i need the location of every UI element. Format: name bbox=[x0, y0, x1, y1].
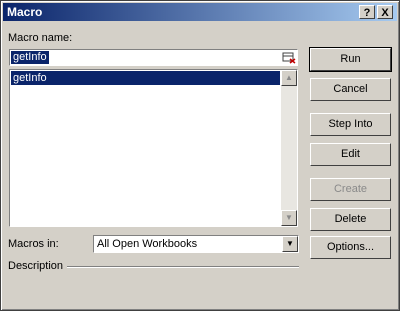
scroll-down-arrow-icon[interactable]: ▼ bbox=[281, 210, 297, 226]
window-title: Macro bbox=[7, 5, 43, 19]
create-button: Create bbox=[310, 178, 391, 201]
help-icon[interactable]: ? bbox=[359, 5, 375, 19]
edit-button[interactable]: Edit bbox=[310, 143, 391, 166]
list-item[interactable]: getInfo bbox=[11, 71, 280, 85]
title-bar[interactable]: Macro ? X bbox=[3, 3, 397, 21]
macros-in-value: All Open Workbooks bbox=[97, 238, 198, 250]
macro-dialog: Macro ? X Macro name: getInfo getInfo ▲ … bbox=[0, 0, 400, 311]
step-into-button[interactable]: Step Into bbox=[310, 113, 391, 136]
close-icon[interactable]: X bbox=[377, 5, 393, 19]
description-label: Description bbox=[8, 260, 64, 272]
refedit-icon[interactable] bbox=[282, 51, 296, 64]
scroll-up-arrow-icon[interactable]: ▲ bbox=[281, 70, 297, 86]
macro-list[interactable]: getInfo ▲ ▼ bbox=[9, 69, 298, 227]
cancel-button[interactable]: Cancel bbox=[310, 78, 391, 101]
macro-name-label: Macro name: bbox=[8, 32, 73, 44]
macro-name-input[interactable]: getInfo bbox=[9, 49, 298, 66]
vertical-scrollbar[interactable]: ▲ ▼ bbox=[281, 70, 297, 226]
run-button[interactable]: Run bbox=[309, 47, 392, 72]
description-divider bbox=[67, 266, 299, 268]
macros-in-label: Macros in: bbox=[8, 238, 59, 250]
macros-in-select[interactable]: All Open Workbooks ▼ bbox=[93, 235, 299, 253]
delete-button[interactable]: Delete bbox=[310, 208, 391, 231]
dropdown-arrow-icon[interactable]: ▼ bbox=[282, 236, 298, 252]
options-button[interactable]: Options... bbox=[310, 236, 391, 259]
macro-name-value: getInfo bbox=[11, 51, 49, 64]
